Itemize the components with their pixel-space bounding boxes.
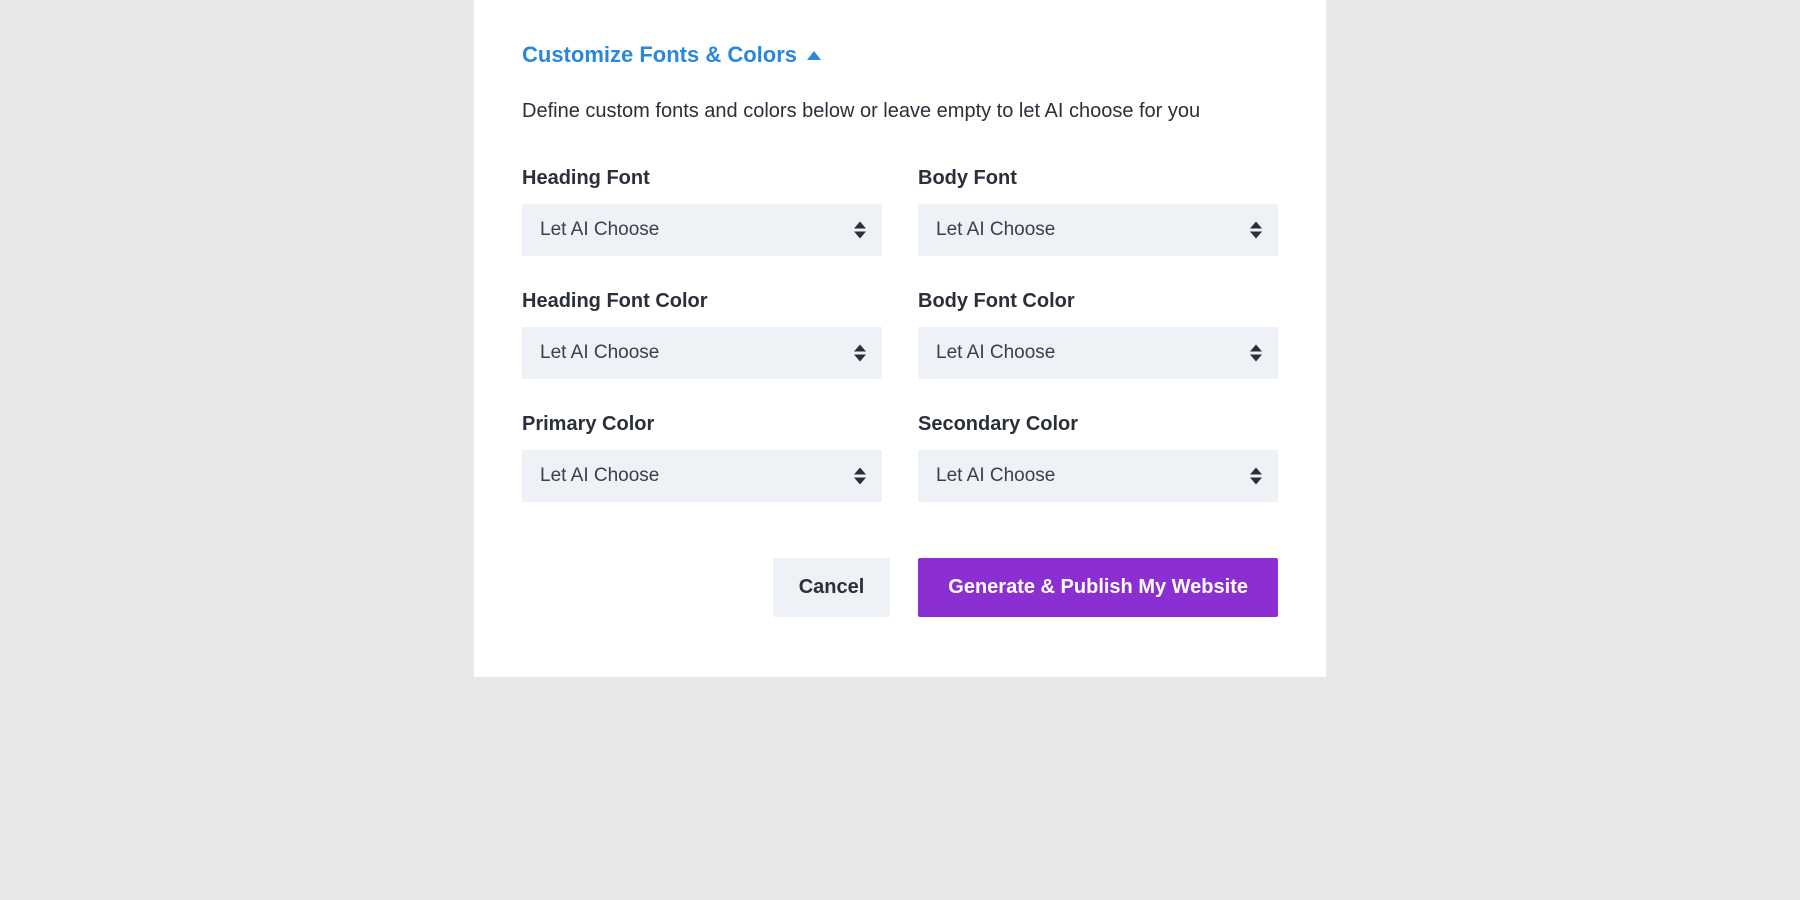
caret-up-icon	[807, 51, 821, 60]
select-body-font[interactable]: Let AI Choose	[918, 204, 1278, 256]
select-value: Let AI Choose	[540, 219, 659, 241]
select-value: Let AI Choose	[540, 465, 659, 487]
select-body-font-color[interactable]: Let AI Choose	[918, 327, 1278, 379]
select-value: Let AI Choose	[936, 465, 1055, 487]
label-body-font-color: Body Font Color	[918, 290, 1278, 313]
label-heading-font-color: Heading Font Color	[522, 290, 882, 313]
fields-grid: Heading Font Let AI Choose Body Font Let…	[522, 167, 1278, 502]
customize-panel: Customize Fonts & Colors Define custom f…	[474, 0, 1326, 677]
select-secondary-color[interactable]: Let AI Choose	[918, 450, 1278, 502]
field-secondary-color: Secondary Color Let AI Choose	[918, 413, 1278, 502]
select-primary-color[interactable]: Let AI Choose	[522, 450, 882, 502]
label-body-font: Body Font	[918, 167, 1278, 190]
field-heading-font: Heading Font Let AI Choose	[522, 167, 882, 256]
cancel-button[interactable]: Cancel	[773, 558, 891, 617]
select-sort-icon	[1250, 345, 1262, 362]
select-sort-icon	[854, 468, 866, 485]
select-heading-font-color[interactable]: Let AI Choose	[522, 327, 882, 379]
select-sort-icon	[854, 345, 866, 362]
label-heading-font: Heading Font	[522, 167, 882, 190]
select-sort-icon	[1250, 468, 1262, 485]
select-value: Let AI Choose	[936, 342, 1055, 364]
select-value: Let AI Choose	[540, 342, 659, 364]
select-sort-icon	[1250, 222, 1262, 239]
actions-row: Cancel Generate & Publish My Website	[522, 558, 1278, 617]
select-sort-icon	[854, 222, 866, 239]
field-body-font-color: Body Font Color Let AI Choose	[918, 290, 1278, 379]
select-value: Let AI Choose	[936, 219, 1055, 241]
accordion-toggle-fonts-colors[interactable]: Customize Fonts & Colors	[522, 42, 1278, 68]
field-heading-font-color: Heading Font Color Let AI Choose	[522, 290, 882, 379]
label-primary-color: Primary Color	[522, 413, 882, 436]
field-primary-color: Primary Color Let AI Choose	[522, 413, 882, 502]
generate-publish-button[interactable]: Generate & Publish My Website	[918, 558, 1278, 617]
section-description: Define custom fonts and colors below or …	[522, 96, 1262, 127]
field-body-font: Body Font Let AI Choose	[918, 167, 1278, 256]
accordion-title: Customize Fonts & Colors	[522, 42, 797, 68]
label-secondary-color: Secondary Color	[918, 413, 1278, 436]
select-heading-font[interactable]: Let AI Choose	[522, 204, 882, 256]
